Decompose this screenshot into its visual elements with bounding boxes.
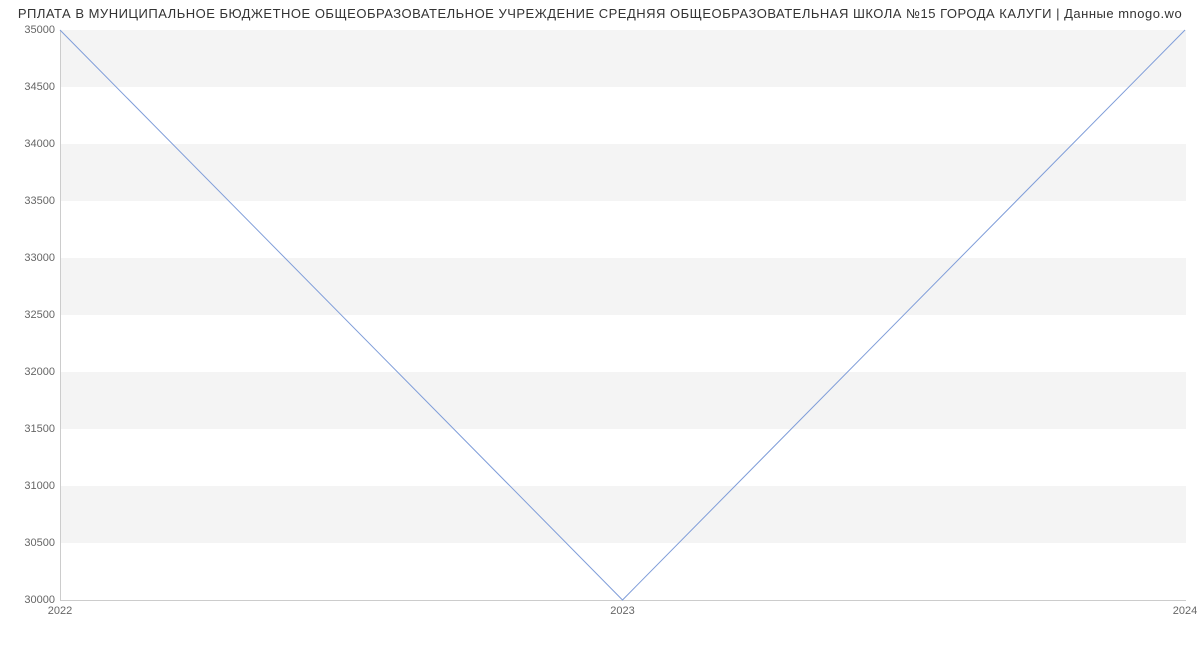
line-series — [60, 30, 1185, 600]
y-tick-label: 31500 — [5, 423, 55, 435]
y-tick-label: 33000 — [5, 252, 55, 264]
x-tick-label: 2022 — [48, 605, 72, 617]
y-tick-label: 32500 — [5, 309, 55, 321]
y-tick-label: 31000 — [5, 480, 55, 492]
y-tick-label: 33500 — [5, 195, 55, 207]
y-tick-label: 32000 — [5, 366, 55, 378]
y-tick-label: 34500 — [5, 81, 55, 93]
x-tick-label: 2023 — [610, 605, 634, 617]
y-tick-label: 30500 — [5, 537, 55, 549]
x-tick-label: 2024 — [1173, 605, 1197, 617]
y-tick-label: 34000 — [5, 138, 55, 150]
chart-title: РПЛАТА В МУНИЦИПАЛЬНОЕ БЮДЖЕТНОЕ ОБЩЕОБР… — [0, 6, 1200, 21]
y-tick-label: 35000 — [5, 24, 55, 36]
chart-container: РПЛАТА В МУНИЦИПАЛЬНОЕ БЮДЖЕТНОЕ ОБЩЕОБР… — [0, 0, 1200, 650]
